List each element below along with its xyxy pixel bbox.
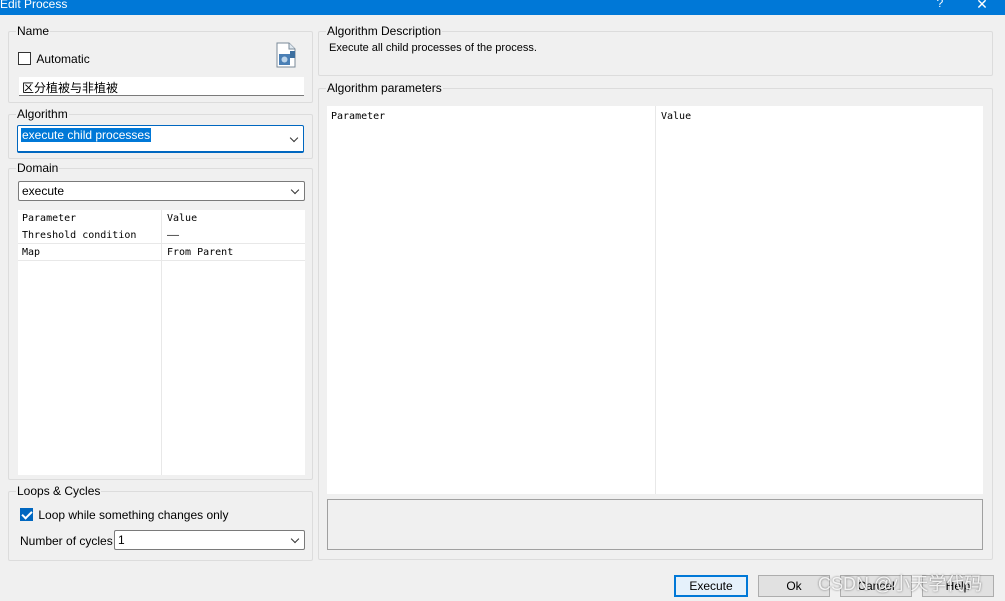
parameters-group-label: Algorithm parameters [326, 81, 443, 95]
document-gear-icon[interactable] [275, 42, 297, 68]
grid-cell-parameter: Threshold condition [22, 230, 137, 241]
domain-group: Domain execute Parameter Value Threshold… [8, 161, 313, 480]
chevron-down-icon [289, 133, 299, 143]
grid-column-divider [655, 106, 656, 494]
grid-header-parameter: Parameter [331, 111, 386, 122]
automatic-label: Automatic [36, 51, 90, 66]
parameters-group: Algorithm parameters Parameter Value [318, 81, 993, 560]
automatic-checkbox[interactable] [18, 52, 31, 66]
loop-label: Loop while something changes only [38, 507, 229, 522]
grid-header-row: Parameter Value [327, 109, 983, 125]
grid-header-parameter: Parameter [22, 213, 77, 224]
algorithm-parameters-grid[interactable]: Parameter Value [327, 106, 983, 494]
grid-cell-value[interactable]: —— [167, 228, 179, 244]
loops-group: Loops & Cycles Loop while something chan… [8, 484, 313, 561]
loops-group-label: Loops & Cycles [16, 484, 102, 498]
chevron-down-icon [290, 185, 300, 195]
loop-checkbox-row[interactable]: Loop while something changes only [20, 507, 229, 522]
title-bar: Edit Process ? ✕ [0, 0, 1005, 15]
description-text: Execute all child processes of the proce… [329, 42, 537, 54]
execute-button[interactable]: Execute [674, 575, 748, 597]
cycles-select[interactable]: 1 [114, 530, 305, 550]
domain-parameters-grid[interactable]: Parameter Value Threshold condition —— M… [18, 210, 305, 475]
domain-select[interactable]: execute [18, 181, 305, 201]
close-button[interactable]: ✕ [970, 0, 994, 13]
domain-group-label: Domain [16, 161, 60, 175]
grid-cell-parameter: Map [22, 247, 41, 258]
algorithm-group: Algorithm execute child processes [8, 107, 313, 159]
grid-header-value: Value [661, 111, 692, 122]
table-row[interactable]: Threshold condition —— [18, 228, 305, 244]
watermark-text: CSDN @小天学代码 [818, 574, 983, 594]
grid-cell-value[interactable]: From Parent [167, 245, 233, 261]
description-group: Algorithm Description Execute all child … [318, 24, 993, 76]
algorithm-select[interactable]: execute child processes [17, 125, 304, 153]
chevron-down-icon [290, 534, 300, 544]
grid-header-value: Value [167, 213, 198, 224]
cycles-value: 1 [118, 533, 125, 547]
automatic-checkbox-row[interactable]: Automatic [18, 51, 90, 66]
algorithm-selected-value: execute child processes [21, 128, 152, 142]
process-name-field[interactable]: 区分植被与非植被 [19, 77, 304, 96]
algorithm-group-label: Algorithm [16, 107, 69, 121]
table-row[interactable]: Map From Parent [18, 245, 305, 261]
cycles-label: Number of cycles [20, 534, 113, 548]
help-title-button[interactable]: ? [930, 0, 950, 10]
window-title: Edit Process [0, 0, 68, 11]
parameter-help-box [327, 499, 983, 550]
domain-selected-value: execute [22, 184, 65, 198]
grid-header-row: Parameter Value [18, 211, 305, 227]
description-group-label: Algorithm Description [326, 24, 443, 38]
name-group: Name Automatic 区分植被与非植被 [8, 24, 313, 103]
name-group-label: Name [16, 24, 51, 38]
loop-checkbox[interactable] [20, 508, 33, 522]
